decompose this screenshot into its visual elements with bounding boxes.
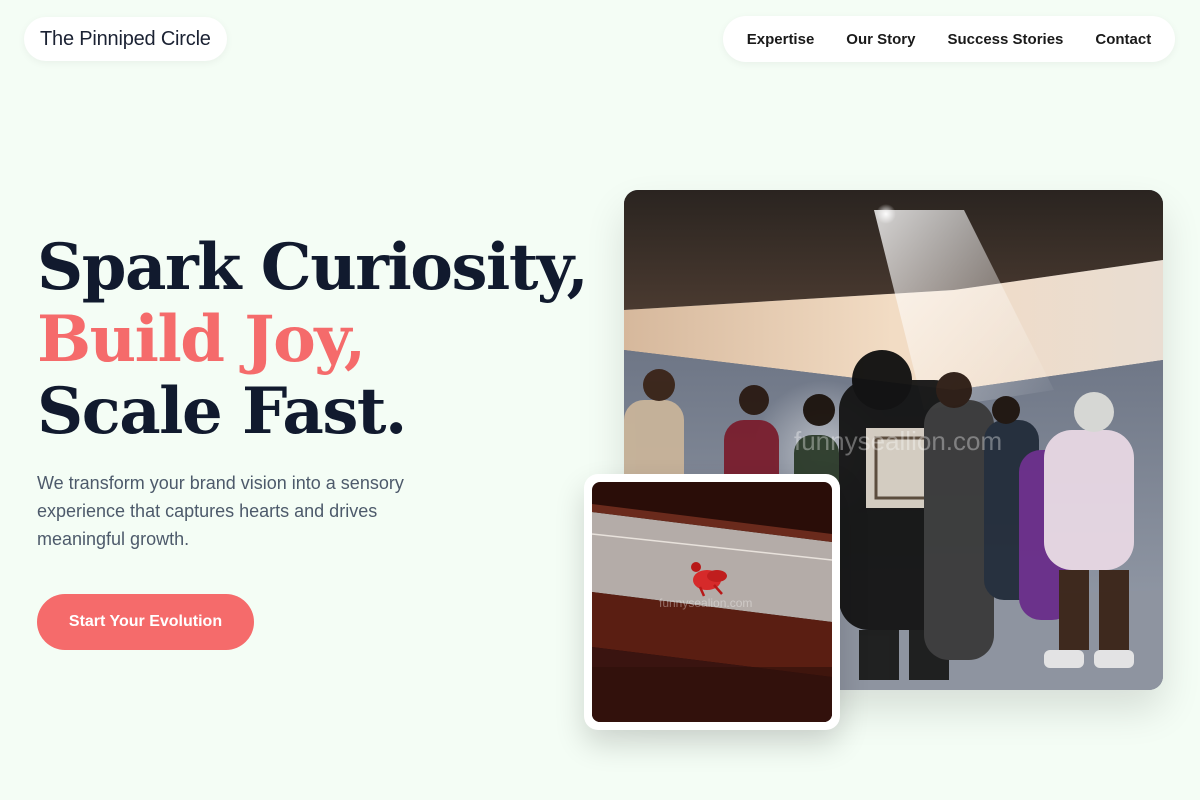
hero-heading-line-3: Scale Fast. bbox=[37, 374, 407, 449]
start-evolution-button[interactable]: Start Your Evolution bbox=[37, 594, 254, 650]
hero-heading-line-1: Spark Curiosity, bbox=[37, 230, 589, 305]
nav-link-our-story[interactable]: Our Story bbox=[846, 31, 915, 48]
main-nav: Expertise Our Story Success Stories Cont… bbox=[723, 16, 1175, 62]
hero-heading-line-2: Build Joy, bbox=[37, 302, 366, 377]
hero-subtitle: We transform your brand vision into a se… bbox=[37, 473, 404, 549]
small-photo-watermark: funnysealion.com bbox=[659, 596, 752, 610]
nav-link-expertise[interactable]: Expertise bbox=[747, 31, 815, 48]
nav-link-contact[interactable]: Contact bbox=[1095, 31, 1151, 48]
hero-heading: Spark Curiosity, Build Joy, Scale Fast. bbox=[37, 230, 589, 449]
nav-link-success-stories[interactable]: Success Stories bbox=[947, 31, 1063, 48]
brand-name: The Pinniped Circle bbox=[40, 27, 211, 50]
main-photo-watermark: funnyseallion.com bbox=[794, 426, 1002, 456]
hero-secondary-photo: funnysealion.com bbox=[584, 474, 840, 730]
brand-logo[interactable]: The Pinniped Circle bbox=[24, 17, 227, 61]
